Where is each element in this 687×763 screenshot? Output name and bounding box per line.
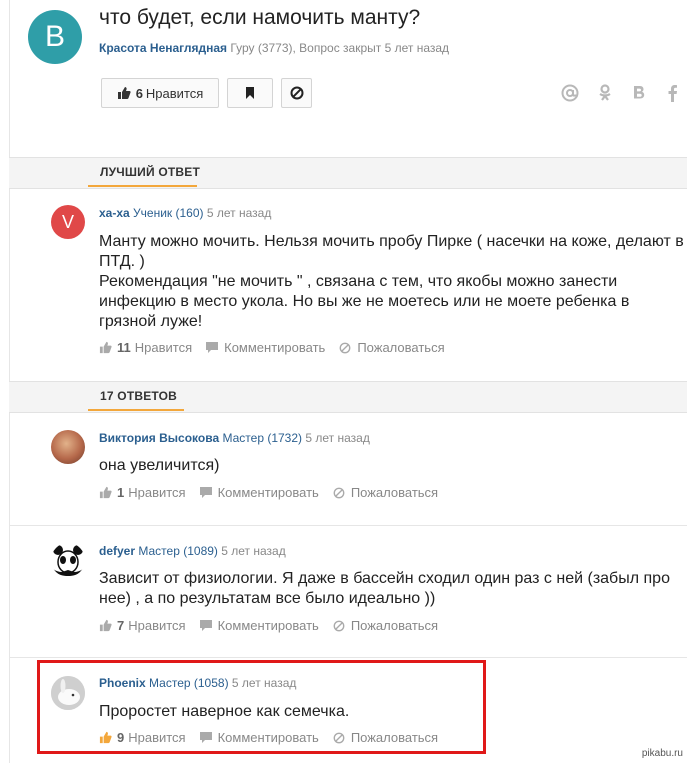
question-author-avatar[interactable]: B	[28, 10, 82, 64]
question-like-button[interactable]: 6 Нравится	[101, 78, 219, 108]
block-icon	[290, 86, 303, 100]
best-answer-text: Манту можно мочить. Нельзя мочить пробу …	[99, 233, 684, 330]
answer-report-button[interactable]: Пожаловаться	[333, 618, 438, 633]
answer-rank: Мастер (1089)	[138, 544, 218, 558]
answer-avatar[interactable]	[51, 543, 85, 577]
question-meta-text: Гуру (3773), Вопрос закрыт 5 лет назад	[230, 41, 450, 55]
best-answer-rank: Ученик (160)	[133, 206, 204, 220]
bookmark-icon	[246, 87, 254, 99]
answer-comment-button[interactable]: Комментировать	[199, 618, 319, 633]
answer-actions: 7 Нравится Комментировать Пожаловаться	[99, 618, 438, 633]
answer-meta: defyer Мастер (1089) 5 лет назад	[99, 544, 286, 558]
answer-divider	[9, 657, 687, 658]
answer-actions: 1 Нравится Комментировать Пожаловаться	[99, 485, 438, 500]
best-answer-author-link[interactable]: ха-ха	[99, 206, 130, 220]
answer-text: Зависит от физиологии. Я даже в бассейн …	[99, 570, 670, 607]
odnoklassniki-icon[interactable]	[598, 84, 612, 102]
report-icon	[333, 487, 345, 498]
comment-icon	[199, 487, 212, 498]
answer-author-link[interactable]: defyer	[99, 544, 135, 558]
comment-icon	[199, 620, 212, 631]
vk-icon[interactable]	[632, 85, 646, 101]
answer-like-button[interactable]: 7 Нравится	[99, 618, 186, 633]
question-like-label: Нравится	[145, 85, 204, 101]
watermark: pikabu.ru	[641, 748, 683, 759]
bookmark-button[interactable]	[227, 78, 273, 108]
best-answer-report-button[interactable]: Пожаловаться	[339, 340, 445, 355]
question-toolbar: 6 Нравится	[101, 78, 312, 108]
facebook-icon[interactable]	[668, 84, 678, 102]
answer-time: 5 лет назад	[221, 544, 286, 558]
thumbs-up-icon	[99, 619, 112, 632]
thumbs-up-icon	[117, 87, 131, 99]
answer-comment-button[interactable]: Комментировать	[199, 485, 319, 500]
best-answer-tab[interactable]: ЛУЧШИЙ ОТВЕТ	[100, 165, 200, 179]
best-answer-actions: 11 Нравится Комментировать Пожаловаться	[99, 340, 445, 355]
at-icon[interactable]	[561, 84, 579, 102]
answer-like-button[interactable]: 1 Нравится	[99, 485, 186, 500]
best-answer-avatar[interactable]: V	[51, 205, 85, 239]
answers-tab[interactable]: 17 ОТВЕТОВ	[100, 389, 177, 403]
best-answer-meta: ха-ха Ученик (160) 5 лет назад	[99, 206, 271, 220]
panda-avatar-icon	[52, 544, 84, 576]
answers-tab-underline	[88, 409, 184, 411]
best-answer-tab-underline	[88, 185, 197, 187]
question-like-count: 6	[135, 85, 143, 101]
answer-text: она увеличится)	[99, 457, 220, 474]
best-answer-like-button[interactable]: 11 Нравится	[99, 340, 192, 355]
answer-divider	[9, 525, 687, 526]
question-title: что будет, если намочить манту?	[99, 6, 421, 29]
question-meta: Красота Ненаглядная Гуру (3773), Вопрос …	[99, 41, 449, 55]
answer-report-button[interactable]: Пожаловаться	[333, 485, 438, 500]
answer-time: 5 лет назад	[305, 431, 370, 445]
best-answer-time: 5 лет назад	[206, 206, 272, 220]
report-icon	[333, 620, 345, 631]
comment-icon	[206, 342, 219, 353]
thumbs-up-icon	[99, 486, 112, 499]
block-button[interactable]	[281, 78, 312, 108]
answer-rank: Мастер (1732)	[222, 431, 303, 445]
best-answer-comment-button[interactable]: Комментировать	[206, 340, 325, 355]
answer-meta: Виктория Высокова Мастер (1732) 5 лет на…	[99, 431, 370, 445]
report-icon	[339, 342, 351, 353]
answer-author-link[interactable]: Виктория Высокова	[99, 431, 219, 445]
red-highlight-box	[37, 660, 486, 754]
answer-avatar[interactable]	[51, 430, 85, 464]
thumbs-up-icon	[99, 341, 112, 354]
question-author-link[interactable]: Красота Ненаглядная	[99, 41, 227, 55]
